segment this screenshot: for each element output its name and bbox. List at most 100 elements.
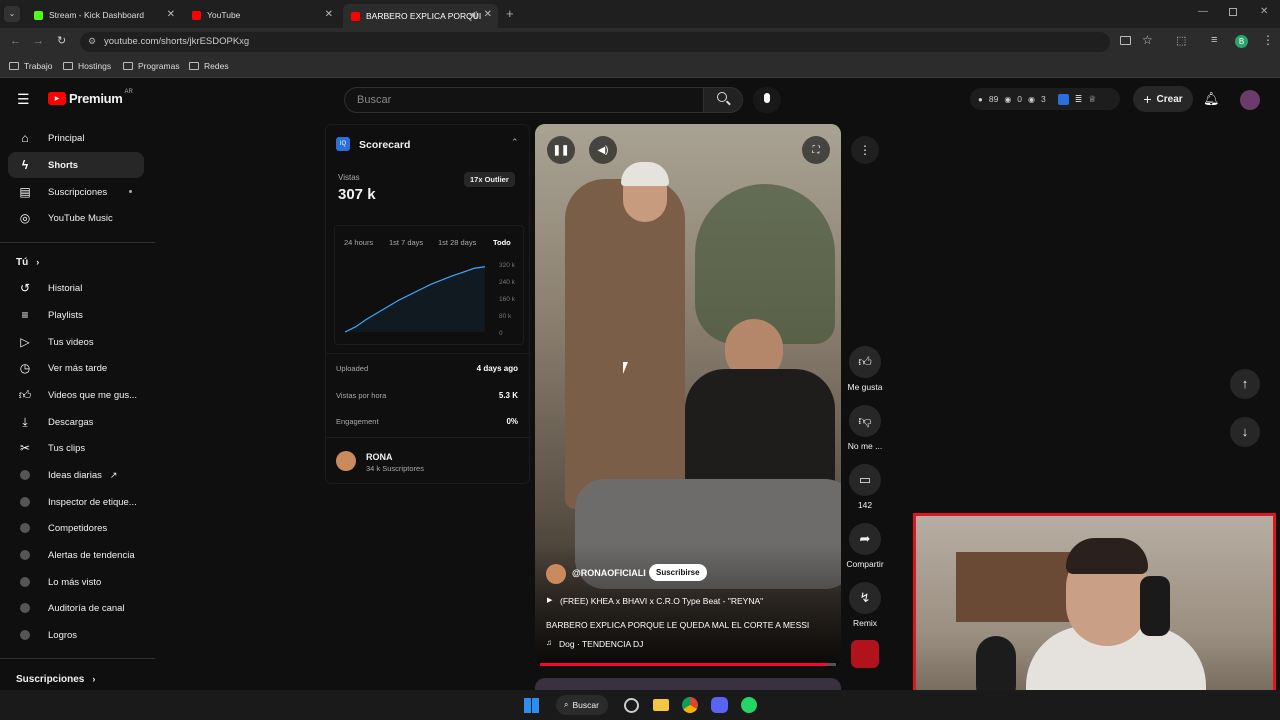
hamburger-menu-icon[interactable]: ☰ [17, 91, 30, 108]
bookmark-folder-redes[interactable]: Redes [189, 61, 229, 71]
like-action[interactable]: 👍︎ Me gusta [843, 346, 887, 392]
sidebar-item-tus-clips[interactable]: ✂ Tus clips [8, 435, 144, 461]
site-info-icon[interactable]: ⚙ [88, 36, 96, 47]
discord-icon[interactable] [711, 697, 728, 713]
search-input[interactable]: Buscar [344, 87, 704, 113]
shorts-video-player[interactable]: ❚❚ ◀) ⛶ @RONAOFICIALI Suscribirse ▶ (FRE… [535, 124, 841, 668]
bookmark-star-icon[interactable]: ☆ [1142, 33, 1153, 47]
speaker-icon[interactable]: ◀) [469, 10, 478, 19]
remix-action[interactable]: ↯ Remix [843, 582, 887, 628]
tab-short-video[interactable]: BARBERO EXPLICA PORQUI ◀) ✕ [343, 4, 498, 28]
channel-name[interactable]: RONA [366, 452, 393, 462]
minimize-icon[interactable]: — [1198, 6, 1208, 17]
sidebar-item-descargas[interactable]: ⤓ Descargas [8, 409, 144, 435]
range-todo[interactable]: Todo [493, 238, 511, 247]
channel-avatar[interactable] [336, 451, 356, 471]
next-short-button[interactable]: ↓ [1230, 417, 1260, 447]
forward-icon[interactable]: → [33, 35, 44, 47]
sidebar-item-shorts[interactable]: ϟ Shorts [8, 152, 144, 178]
creator-avatar[interactable] [546, 564, 566, 584]
reload-icon[interactable]: ↻ [57, 34, 66, 47]
range-first-7-days[interactable]: 1st 7 days [389, 238, 423, 247]
dislike-action[interactable]: 👎︎ No me ... [843, 405, 887, 451]
thumbs-up-icon[interactable]: 👍︎ [849, 346, 881, 378]
trophy-icon[interactable]: ♕ [1088, 94, 1096, 105]
restore-icon[interactable] [1229, 8, 1237, 16]
sidebar-tool-alertas[interactable]: Alertas de tendencia [8, 542, 144, 568]
previous-short-button[interactable]: ↑ [1230, 369, 1260, 399]
sidebar-tool-inspector[interactable]: Inspector de etique... [8, 489, 144, 515]
sidebar-item-principal[interactable]: ⌂ Principal [8, 125, 144, 151]
tab-youtube[interactable]: YouTube ✕ [184, 4, 339, 26]
voice-search-button[interactable] [753, 87, 781, 113]
taskbar-search[interactable]: ⌕ Buscar [556, 695, 608, 715]
sidebar-item-tus-videos[interactable]: ▷ Tus videos [8, 329, 144, 355]
video-progress-track[interactable] [540, 663, 836, 666]
comments-action[interactable]: ▭ 142 [843, 464, 887, 510]
whatsapp-icon[interactable] [741, 697, 757, 713]
bookmark-folder-trabajo[interactable]: Trabajo [9, 61, 53, 71]
close-tab-icon[interactable]: ✕ [167, 9, 175, 20]
sidebar-section-suscripciones[interactable]: Suscripciones › [8, 666, 144, 692]
range-24-hours[interactable]: 24 hours [344, 238, 373, 247]
back-icon[interactable]: ← [10, 35, 21, 47]
youtube-premium-logo[interactable]: ▶ Premium AR [48, 89, 133, 106]
chrome-icon[interactable] [682, 697, 698, 713]
bookmark-folder-hostings[interactable]: Hostings [63, 61, 111, 71]
vidiq-icon[interactable] [1057, 93, 1069, 105]
browser-menu-icon[interactable]: ⋮ [1262, 33, 1274, 47]
thumbs-down-icon[interactable]: 👎︎ [849, 405, 881, 437]
windows-start-icon[interactable] [524, 698, 539, 713]
file-explorer-icon[interactable] [653, 699, 669, 711]
close-window-icon[interactable]: ✕ [1260, 6, 1268, 17]
next-short-preview[interactable] [535, 678, 841, 690]
tab-list-button[interactable]: ⌄ [4, 6, 20, 22]
range-first-28-days[interactable]: 1st 28 days [438, 238, 476, 247]
sidebar-item-suscripciones[interactable]: ▤ Suscripciones [8, 179, 144, 205]
bookmark-folder-programas[interactable]: Programas [123, 61, 180, 71]
new-tab-button[interactable]: + [506, 6, 514, 21]
fullscreen-button[interactable]: ⛶ [802, 136, 830, 164]
profile-avatar[interactable]: B [1235, 35, 1248, 48]
collapse-chevron-icon[interactable]: ⌃ [511, 137, 519, 148]
url-field[interactable]: ⚙ youtube.com/shorts/jkrESDOPKxg [80, 32, 1110, 52]
music-title[interactable]: (FREE) KHEA x BHAVI x C.R.O Type Beat - … [560, 596, 763, 606]
taskbar-app-icon[interactable] [624, 698, 639, 713]
sidebar-item-videos-que-me-gustan[interactable]: 👍︎ Videos que me gus... [8, 382, 144, 408]
extension-stats-pill[interactable]: ● 89 ◉ 0 ◉ 3 ≣ ♕ [970, 88, 1120, 110]
sidebar-tool-auditoria[interactable]: Auditoría de canal [8, 595, 144, 621]
sound-name[interactable]: Dog · TENDENCIA DJ [559, 639, 643, 649]
comment-icon[interactable]: ▭ [849, 464, 881, 496]
account-avatar[interactable] [1240, 90, 1260, 110]
sidebar-tool-ideas-diarias[interactable]: Ideas diarias ↗ [8, 462, 144, 488]
sound-thumbnail[interactable] [851, 640, 879, 668]
music-play-icon[interactable]: ▶ [547, 596, 552, 604]
creator-handle[interactable]: @RONAOFICIALI [572, 568, 646, 578]
share-icon[interactable]: ➦ [849, 523, 881, 555]
volume-button[interactable]: ◀) [589, 136, 617, 164]
extensions-icon[interactable]: ⬚ [1176, 34, 1186, 47]
sidebar-item-ver-mas-tarde[interactable]: ◷ Ver más tarde [8, 355, 144, 381]
media-controls-icon[interactable]: ≡ [1211, 34, 1217, 46]
close-tab-icon[interactable]: ✕ [325, 9, 333, 20]
sidebar-section-you[interactable]: Tú › [8, 249, 144, 275]
address-bar-row: ← → ↻ ⚙ youtube.com/shorts/jkrESDOPKxg ☆… [0, 28, 1280, 56]
list-icon[interactable]: ≣ [1075, 94, 1083, 105]
install-app-icon[interactable] [1120, 36, 1131, 45]
notifications-bell-icon[interactable]: 🔔︎ [1203, 91, 1220, 107]
sidebar-tool-competidores[interactable]: Competidores [8, 515, 144, 541]
search-button[interactable] [703, 87, 743, 113]
sidebar-tool-logros[interactable]: Logros [8, 622, 144, 648]
sidebar-item-playlists[interactable]: ≡ Playlists [8, 302, 144, 328]
remix-icon[interactable]: ↯ [849, 582, 881, 614]
subscribe-button[interactable]: Suscribirse [649, 564, 707, 581]
share-action[interactable]: ➦ Compartir [843, 523, 887, 569]
sidebar-item-historial[interactable]: ↺ Historial [8, 275, 144, 301]
sidebar-item-youtube-music[interactable]: ◎ YouTube Music [8, 205, 144, 231]
sidebar-tool-lo-mas-visto[interactable]: Lo más visto [8, 569, 144, 595]
pause-button[interactable]: ❚❚ [547, 136, 575, 164]
create-button[interactable]: + Crear [1133, 86, 1193, 112]
more-options-button[interactable]: ⋮ [851, 136, 879, 164]
close-tab-icon[interactable]: ✕ [484, 9, 492, 20]
tab-kick-dashboard[interactable]: Stream - Kick Dashboard ✕ [26, 4, 181, 26]
